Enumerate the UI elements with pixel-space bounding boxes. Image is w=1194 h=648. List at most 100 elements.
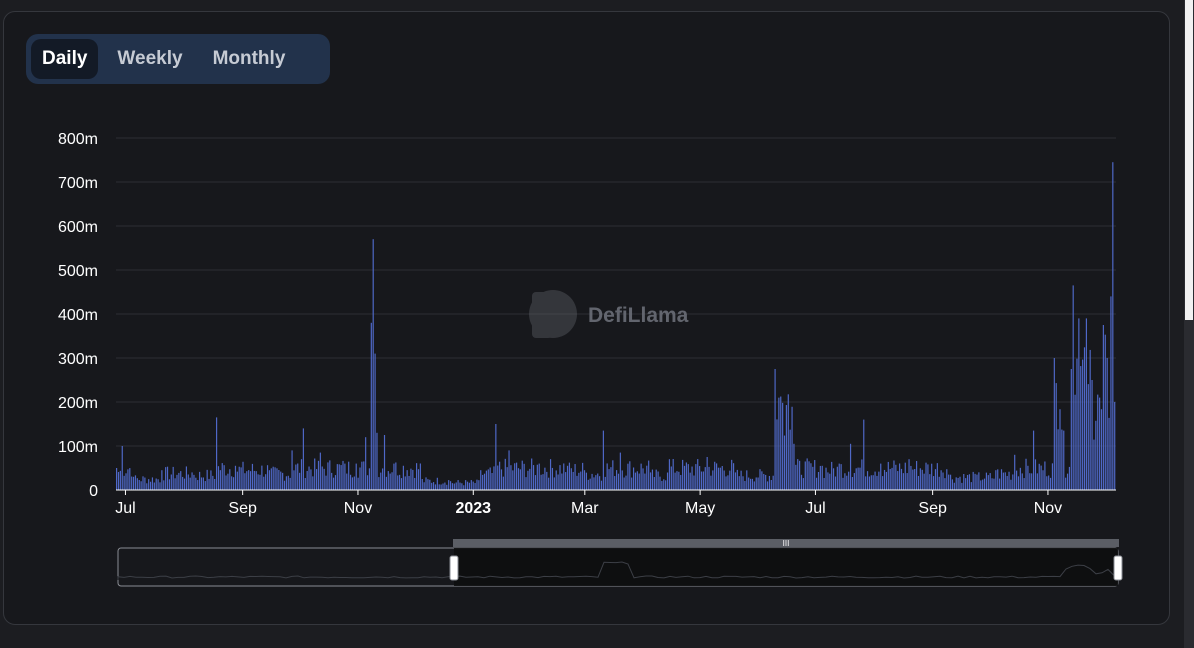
bar <box>183 478 186 490</box>
zoom-selected-area <box>454 548 1118 586</box>
bar <box>393 463 395 490</box>
bar <box>695 464 697 490</box>
bar <box>131 476 133 490</box>
bar <box>542 474 544 490</box>
bar <box>170 474 172 490</box>
bar <box>808 461 810 490</box>
bar <box>172 466 174 490</box>
bar <box>416 463 418 490</box>
bar <box>583 470 586 490</box>
bar <box>548 477 550 490</box>
bar <box>1049 477 1052 490</box>
bar <box>425 477 427 490</box>
bar <box>476 479 478 490</box>
bar <box>199 471 201 490</box>
bar <box>799 460 801 490</box>
bar <box>844 473 846 490</box>
page-scrollbar[interactable] <box>1184 0 1194 648</box>
bar <box>153 482 155 490</box>
bar <box>532 465 535 490</box>
bar <box>1100 409 1103 490</box>
bar <box>1063 430 1065 490</box>
bar <box>1046 476 1048 490</box>
y-tick-label: 500m <box>58 263 98 280</box>
bar <box>1110 296 1112 490</box>
bar <box>485 470 487 490</box>
bar <box>344 463 346 490</box>
bar <box>774 369 776 490</box>
bar <box>880 463 882 490</box>
bar <box>821 465 823 490</box>
bar <box>512 470 514 490</box>
bar <box>744 480 746 490</box>
bar <box>251 463 254 490</box>
bar <box>410 468 412 490</box>
bar <box>1093 439 1095 490</box>
bar <box>127 469 129 490</box>
bar <box>319 452 321 490</box>
bar <box>704 467 706 490</box>
bar <box>1031 473 1033 490</box>
bar <box>570 468 572 490</box>
bar <box>768 475 771 490</box>
bar <box>142 476 144 490</box>
bar <box>659 476 661 490</box>
bar <box>963 473 965 490</box>
bar <box>227 473 229 490</box>
bar <box>274 467 276 490</box>
bar <box>449 481 452 490</box>
bar <box>746 470 748 490</box>
bar <box>327 462 329 490</box>
bar <box>927 464 929 490</box>
bar <box>563 463 565 490</box>
bar <box>402 465 404 490</box>
bar <box>536 464 538 490</box>
bar <box>1017 476 1020 490</box>
bar <box>602 430 604 490</box>
bar <box>455 482 457 490</box>
bar <box>829 473 831 490</box>
bar <box>872 475 874 490</box>
data-zoom-slider: III <box>117 539 1123 587</box>
bar <box>931 463 933 490</box>
bar <box>1057 429 1059 490</box>
bar <box>310 469 312 490</box>
bar <box>649 472 652 490</box>
bar <box>685 462 687 490</box>
bar <box>336 464 338 490</box>
bar <box>917 476 920 490</box>
bar <box>1106 358 1108 490</box>
bar <box>1014 454 1016 490</box>
bar <box>540 474 542 490</box>
bar <box>229 469 231 490</box>
bar <box>765 474 767 490</box>
bar <box>759 469 761 490</box>
bar <box>625 475 627 490</box>
bar <box>312 476 314 490</box>
y-tick-label: 200m <box>58 395 98 412</box>
bar <box>448 480 450 490</box>
bar <box>891 467 893 490</box>
bar <box>1000 469 1003 490</box>
bar <box>742 476 744 490</box>
bar <box>908 459 910 490</box>
bar <box>642 468 644 490</box>
bar <box>197 480 199 490</box>
bar <box>134 475 137 490</box>
bar <box>866 471 869 490</box>
bar <box>619 452 621 490</box>
bar <box>921 469 923 490</box>
bar <box>940 470 942 490</box>
bar <box>521 460 523 490</box>
bar <box>925 462 927 490</box>
bar <box>568 462 571 490</box>
bar <box>582 462 584 490</box>
bar <box>948 474 950 490</box>
bar <box>1074 394 1076 490</box>
zoom-left-handle[interactable] <box>449 555 459 581</box>
page-scrollbar-thumb[interactable] <box>1185 0 1193 320</box>
bar <box>1104 334 1106 490</box>
zoom-right-handle[interactable] <box>1113 555 1123 581</box>
bar <box>368 468 371 490</box>
x-tick-label: Jul <box>805 500 825 517</box>
